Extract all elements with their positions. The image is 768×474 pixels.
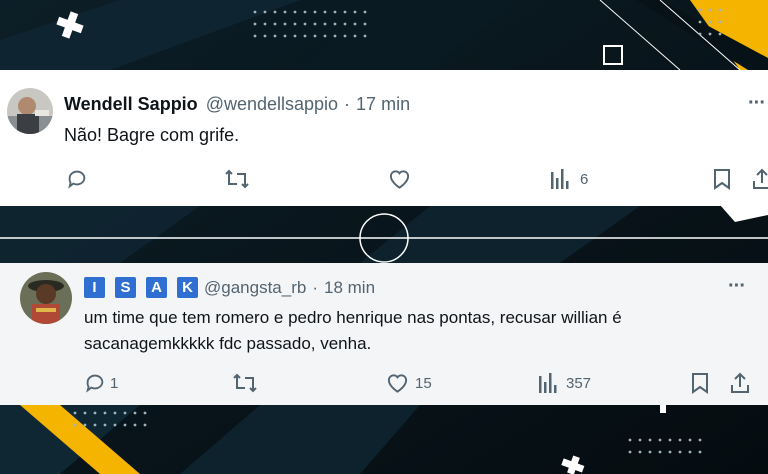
display-name[interactable]: I S A K (84, 277, 204, 298)
tweet-header: Wendell Sappio @wendellsappio · 17 min (64, 94, 410, 115)
views-button[interactable]: 357 (538, 372, 591, 394)
timestamp[interactable]: 17 min (356, 94, 410, 115)
handle[interactable]: @wendellsappio (206, 94, 338, 115)
separator: · (344, 94, 351, 114)
share-button[interactable] (730, 372, 750, 394)
tweet-card-2[interactable]: I S A K @gangsta_rb · 18 min ··· um time… (0, 263, 768, 405)
name-letter-box: S (115, 277, 136, 298)
handle[interactable]: @gangsta_rb (204, 278, 306, 298)
analytics-icon (551, 169, 569, 189)
like-button[interactable] (388, 168, 411, 190)
avatar[interactable] (7, 88, 53, 134)
timestamp[interactable]: 18 min (324, 278, 375, 298)
bookmark-button[interactable] (690, 372, 710, 394)
tweet-text-line: sacanagemkkkkk fdc passado, venha. (84, 334, 372, 353)
tweet-card-1[interactable]: Wendell Sappio @wendellsappio · 17 min ·… (0, 70, 768, 206)
name-letter-box: I (84, 277, 105, 298)
tweet-text-line: um time que tem romero e pedro henrique … (84, 308, 622, 327)
heart-icon (387, 374, 408, 393)
reply-icon (86, 374, 104, 393)
retweet-icon (225, 169, 249, 189)
share-button[interactable] (752, 168, 768, 190)
avatar[interactable] (20, 272, 72, 324)
share-icon (753, 168, 768, 189)
reply-count: 1 (110, 374, 119, 392)
heart-icon (389, 170, 410, 189)
bookmark-icon (714, 169, 730, 190)
retweet-button[interactable] (224, 168, 250, 190)
reply-button[interactable]: 1 (84, 372, 118, 394)
retweet-icon (233, 373, 257, 393)
display-name[interactable]: Wendell Sappio (64, 94, 198, 115)
reply-button[interactable] (66, 168, 88, 190)
more-options-icon[interactable]: ··· (728, 275, 746, 298)
retweet-button[interactable] (232, 372, 258, 394)
bookmark-icon (692, 373, 708, 394)
tweet-text: um time que tem romero e pedro henrique … (84, 305, 622, 357)
views-count: 357 (566, 374, 592, 392)
like-button[interactable]: 15 (386, 372, 432, 394)
more-options-icon[interactable]: ··· (748, 92, 766, 115)
reply-icon (68, 170, 86, 189)
name-letter-box: A (146, 277, 167, 298)
bookmark-button[interactable] (712, 168, 732, 190)
tweet-header: I S A K @gangsta_rb · 18 min (84, 277, 375, 298)
views-count: 6 (580, 170, 589, 188)
name-letter-box: K (177, 277, 198, 298)
views-button[interactable]: 6 (550, 168, 588, 190)
separator: · (312, 277, 318, 297)
analytics-icon (539, 373, 557, 393)
share-icon (731, 372, 749, 393)
tweet-text: Não! Bagre com grife. (64, 125, 240, 145)
like-count: 15 (415, 374, 432, 392)
